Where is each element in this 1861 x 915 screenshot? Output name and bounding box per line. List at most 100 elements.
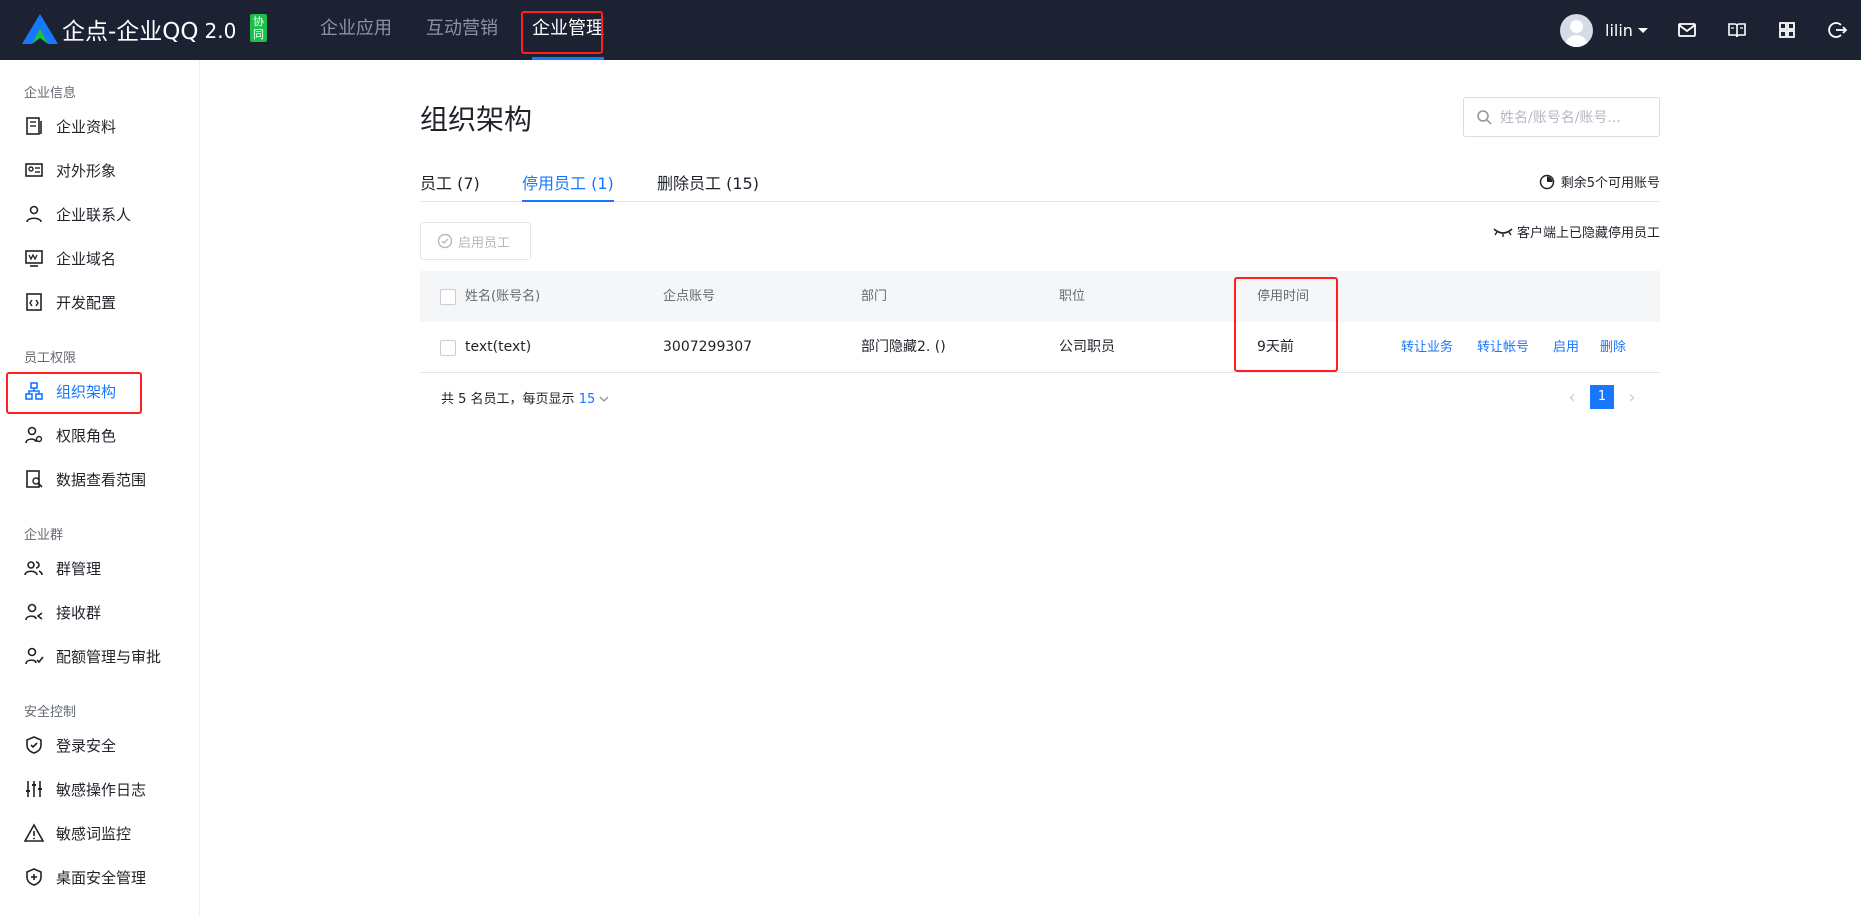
per-page-value: 15: [578, 392, 596, 407]
eye-closed-icon: [1493, 227, 1513, 237]
page-title: 组织架构: [420, 103, 533, 136]
sidebar-item-roles[interactable]: 权限角色: [24, 421, 116, 449]
shield-plus-icon: [26, 868, 42, 886]
pagination: ‹ 1 ›: [1560, 385, 1644, 409]
sidebar-item-receive-group[interactable]: 接收群: [24, 598, 101, 626]
header-position: 职位: [1059, 289, 1086, 304]
contact-icon: [26, 205, 42, 223]
delete-link[interactable]: 删除: [1600, 322, 1626, 373]
sidebar-item-desktop-security[interactable]: 桌面安全管理: [24, 863, 146, 891]
sidebar-item-label: 企业域名: [56, 249, 117, 268]
select-all-checkbox[interactable]: [440, 289, 456, 305]
page-number[interactable]: 1: [1590, 385, 1614, 409]
sidebar-item-label: 敏感词监控: [56, 824, 132, 843]
mail-icon[interactable]: [1677, 20, 1697, 40]
search-input[interactable]: 姓名/账号名/账号...: [1463, 97, 1660, 137]
document-icon: [26, 117, 42, 135]
group-icon: [24, 561, 43, 576]
book-icon[interactable]: [1727, 20, 1747, 40]
sidebar-item-label: 企业联系人: [56, 205, 132, 224]
logout-icon[interactable]: [1827, 20, 1847, 40]
qidian-logo-icon: [22, 14, 58, 44]
id-card-icon: [25, 163, 43, 177]
hidden-employees-note: 客户端上已隐藏停用员工: [1493, 222, 1660, 241]
tab-bar: 员工 (7) 停用员工 (1) 删除员工 (15) 剩余5个可用账号: [420, 170, 1660, 202]
enable-link[interactable]: 启用: [1553, 322, 1579, 373]
sliders-icon: [26, 781, 42, 797]
sidebar-group-title: 企业信息: [24, 86, 77, 101]
sidebar-group-title: 企业群: [24, 528, 64, 543]
nav-interactive-marketing[interactable]: 互动营销: [426, 0, 498, 60]
pagination-summary: 共 5 名员工，每页显示 15: [441, 388, 609, 407]
chevron-down-icon: [599, 396, 609, 402]
nav-enterprise-apps[interactable]: 企业应用: [320, 0, 392, 60]
tab-employees[interactable]: 员工 (7): [420, 170, 480, 202]
header-department: 部门: [861, 289, 888, 304]
top-bar: 企点-企业QQ 2.0 协同 企业应用 互动营销 企业管理 lilin: [0, 0, 1861, 60]
user-menu[interactable]: lilin: [1560, 14, 1648, 47]
receive-group-icon: [25, 603, 43, 621]
tab-disabled-employees[interactable]: 停用员工 (1): [522, 170, 614, 202]
sidebar-highlight-box: [6, 372, 142, 414]
search-icon: [1477, 110, 1492, 125]
check-circle-icon: [437, 233, 453, 249]
tab-deleted-employees[interactable]: 删除员工 (15): [657, 170, 759, 202]
transfer-business-link[interactable]: 转让业务: [1401, 322, 1453, 373]
sidebar-item-label: 开发配置: [56, 293, 117, 312]
logo-version: 2.0: [204, 19, 237, 43]
transfer-account-link[interactable]: 转让帐号: [1477, 322, 1529, 373]
code-icon: [26, 293, 42, 311]
cell-name: text(text): [465, 339, 532, 355]
sidebar-item-label: 接收群: [56, 603, 102, 622]
sidebar-item-dev-config[interactable]: 开发配置: [24, 288, 116, 316]
sidebar-item-sensitive-words[interactable]: 敏感词监控: [24, 819, 131, 847]
domain-icon: [25, 250, 43, 267]
cell-position: 公司职员: [1059, 339, 1115, 355]
employee-table: 姓名(账号名) 企点账号 部门 职位 停用时间 text(text) 30072…: [420, 271, 1660, 373]
clock-pie-icon: [1539, 174, 1554, 189]
sidebar-item-company-contacts[interactable]: 企业联系人: [24, 200, 131, 228]
total-text: 共 5 名员工，每页显示: [441, 392, 575, 407]
sidebar-item-label: 群管理: [56, 559, 102, 578]
enable-button-label: 启用员工: [458, 235, 511, 251]
shield-icon: [26, 736, 42, 754]
sidebar-group-title: 员工权限: [24, 351, 77, 366]
sidebar-item-label: 数据查看范围: [56, 470, 147, 489]
sidebar-item-public-image[interactable]: 对外形象: [24, 156, 116, 184]
sidebar-item-company-profile[interactable]: 企业资料: [24, 112, 116, 140]
sidebar-item-label: 桌面安全管理: [56, 868, 147, 887]
cell-account: 3007299307: [663, 339, 753, 355]
username: lilin: [1605, 21, 1633, 40]
sidebar-item-sensitive-log[interactable]: 敏感操作日志: [24, 775, 146, 803]
quota-info: 剩余5个可用账号: [1539, 172, 1660, 191]
apps-grid-icon[interactable]: [1777, 20, 1797, 40]
search-placeholder: 姓名/账号名/账号...: [1500, 110, 1621, 126]
prev-page-icon[interactable]: ‹: [1560, 385, 1584, 409]
sidebar-item-label: 企业资料: [56, 117, 117, 136]
sidebar-group-title: 安全控制: [24, 705, 77, 720]
sidebar-item-data-scope[interactable]: 数据查看范围: [24, 465, 146, 493]
sidebar-item-label: 对外形象: [56, 161, 117, 180]
logo-badge: 协同: [250, 14, 267, 42]
sidebar-item-quota-approval[interactable]: 配额管理与审批: [24, 642, 161, 670]
enable-employee-button[interactable]: 启用员工: [420, 222, 531, 260]
caret-down-icon: [1637, 28, 1648, 33]
sidebar-item-login-security[interactable]: 登录安全: [24, 731, 116, 759]
avatar: [1560, 14, 1593, 47]
header-account: 企点账号: [663, 289, 716, 304]
logo[interactable]: 企点-企业QQ 2.0 协同: [20, 12, 267, 46]
data-scope-icon: [26, 470, 43, 488]
next-page-icon[interactable]: ›: [1620, 385, 1644, 409]
sidebar-item-group-management[interactable]: 群管理: [24, 554, 101, 582]
warning-icon: [24, 823, 44, 842]
header-name: 姓名(账号名): [465, 289, 541, 304]
hidden-note-text: 客户端上已隐藏停用员工: [1516, 226, 1660, 241]
quota-approval-icon: [25, 647, 44, 665]
row-checkbox[interactable]: [440, 340, 456, 356]
sidebar-item-label: 敏感操作日志: [56, 780, 147, 799]
sidebar-item-label: 登录安全: [56, 736, 117, 755]
nav-highlight-box: [521, 11, 603, 54]
sidebar-item-company-domain[interactable]: 企业域名: [24, 244, 116, 272]
per-page-select[interactable]: 15: [579, 392, 610, 407]
sidebar-item-label: 配额管理与审批: [56, 647, 162, 666]
